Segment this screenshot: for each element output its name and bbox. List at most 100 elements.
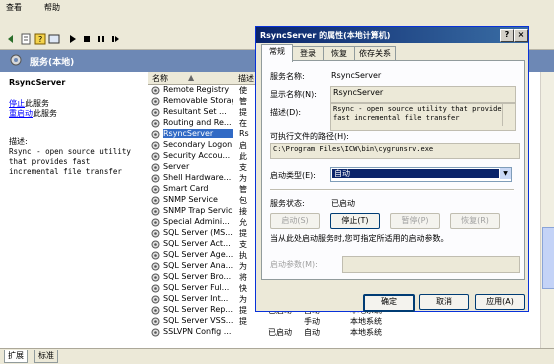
close-button[interactable]: × [514,29,528,42]
table-row[interactable]: Security Accou... 此 [148,151,268,162]
service-desc-cell: 提 [239,306,247,315]
stop-icon[interactable] [80,32,94,46]
service-name-cell: Smart Card [163,184,209,193]
tab-dependencies[interactable]: 依存关系 [354,46,396,61]
scrollbar-thumb[interactable] [542,227,554,289]
table-row[interactable]: SNMP Trap Service 接 [148,206,268,217]
service-gear-icon [151,119,160,128]
service-gear-icon [151,174,160,183]
tab-standard[interactable]: 标准 [34,350,58,363]
display-name-field[interactable]: RsyncServer [330,86,516,103]
table-row[interactable]: SNMP Service 包 [148,195,268,206]
stop-button[interactable]: 停止(T) [330,213,380,229]
console-icon[interactable] [47,32,61,46]
tab-extended[interactable]: 扩展 [4,350,28,363]
service-name-cell: Remote Registry [163,85,230,94]
service-name-label: 服务名称: [270,72,305,81]
services-title: 服务(本地) [30,58,75,68]
service-name-cell: Routing and Re... [163,118,232,127]
resume-button[interactable]: 恢复(R) [450,213,500,229]
start-params-input[interactable] [342,256,520,273]
service-name-cell: SSLVPN Config ... [163,327,232,336]
service-gear-icon [151,240,160,249]
table-row[interactable]: Server 支 [148,162,268,173]
menu-view[interactable]: 查看 [6,2,22,13]
restart-icon[interactable] [108,32,122,46]
start-icon[interactable] [66,32,80,46]
tab-general[interactable]: 常规 [261,44,293,62]
back-icon[interactable] [4,32,18,46]
service-desc-cell: 提 [239,229,247,238]
help-icon[interactable]: ? [33,32,47,46]
cancel-button[interactable]: 取消 [419,294,469,310]
description-field[interactable]: Rsync - open source utility that provide… [330,103,516,131]
service-desc-cell: Rs [239,129,249,138]
table-row[interactable]: SQL Server (MS... 提 [148,228,268,239]
table-row[interactable]: SSLVPN Config ... [148,327,268,338]
stop-service-link[interactable]: 停止 [9,99,25,108]
help-button[interactable]: ? [500,29,514,42]
exe-path-field[interactable]: C:\Program Files\ICW\bin\cygrunsrv.exe [270,143,520,159]
table-row[interactable]: SQL Server Ana... 为 [148,261,268,272]
menu-help[interactable]: 帮助 [44,2,60,13]
service-desc-cell: 提 [239,108,247,117]
service-desc-cell: 启 [239,141,247,150]
table-row[interactable]: SQL Server Bro... 将 [148,272,268,283]
pause-button[interactable]: 暂停(P) [390,213,440,229]
service-name-cell: SQL Server VSS... [163,316,233,325]
description-scrollbar[interactable] [502,104,510,126]
service-desc-cell: 为 [239,295,247,304]
service-name-cell: Server [163,162,190,171]
service-gear-icon [151,317,160,326]
table-row[interactable]: Secondary Logon 启 [148,140,268,151]
table-row[interactable]: Remote Registry 使 [148,85,268,96]
service-name-cell: RsyncServer [163,129,233,138]
table-row[interactable]: Routing and Re... 在 [148,118,268,129]
table-row[interactable]: Smart Card 管 [148,184,268,195]
svg-text:?: ? [38,35,42,44]
table-row[interactable]: Removable Storage 管 [148,96,268,107]
service-gear-icon [151,97,160,106]
column-description[interactable]: 描述 [238,73,254,84]
table-row[interactable]: SQL Server Rep... 提 [148,305,268,316]
properties-icon[interactable] [19,32,33,46]
table-row[interactable]: SQL Server Age... 执 [148,250,268,261]
table-row[interactable]: SQL Server Act... 支 [148,239,268,250]
service-name-cell: SQL Server Ful... [163,283,230,292]
service-gear-icon [151,218,160,227]
apply-button[interactable]: 应用(A) [475,294,525,310]
service-gear-icon [151,108,160,117]
tab-logon[interactable]: 登录 [292,46,324,61]
sort-up-icon: ▲ [188,73,195,82]
service-name-cell: Security Accou... [163,151,231,160]
startup-type-label: 启动类型(E): [270,171,316,180]
tab-recovery[interactable]: 恢复 [323,46,355,61]
gear-icon [9,53,23,67]
table-row[interactable]: SQL Server Int... 为 [148,294,268,305]
service-desc-cell: 使 [239,86,247,95]
pause-icon[interactable] [94,32,108,46]
service-status-cell: 已启动 [268,328,292,337]
service-desc-cell: 接 [239,207,247,216]
service-gear-icon [151,196,160,205]
table-row[interactable]: RsyncServer Rs [148,129,268,140]
display-name-label: 显示名称(N): [270,90,317,99]
ok-button[interactable]: 确定 [363,294,415,312]
vertical-scrollbar[interactable] [540,72,554,348]
table-row[interactable]: Resultant Set ... 提 [148,107,268,118]
service-gear-icon [151,207,160,216]
table-row[interactable]: Special Admini... 允 [148,217,268,228]
service-name-cell: Removable Storage [163,96,233,105]
startup-type-select[interactable]: 自动 ▼ [330,167,512,182]
table-row[interactable]: SQL Server VSS... 提 [148,316,268,327]
general-tab-panel: 服务名称: RsyncServer 显示名称(N): RsyncServer 描… [261,60,525,280]
chevron-down-icon[interactable]: ▼ [500,168,511,179]
dialog-title-bar[interactable]: RsyncServer 的属性(本地计算机) ? × [256,27,528,43]
restart-service-link[interactable]: 重启动 [9,109,33,118]
service-name-cell: Resultant Set ... [163,107,227,116]
column-name[interactable]: 名称 [152,73,168,84]
table-row[interactable]: Shell Hardware... 为 [148,173,268,184]
start-button[interactable]: 启动(S) [270,213,320,229]
service-desc-cell: 包 [239,196,247,205]
table-row[interactable]: SQL Server Ful... 快 [148,283,268,294]
